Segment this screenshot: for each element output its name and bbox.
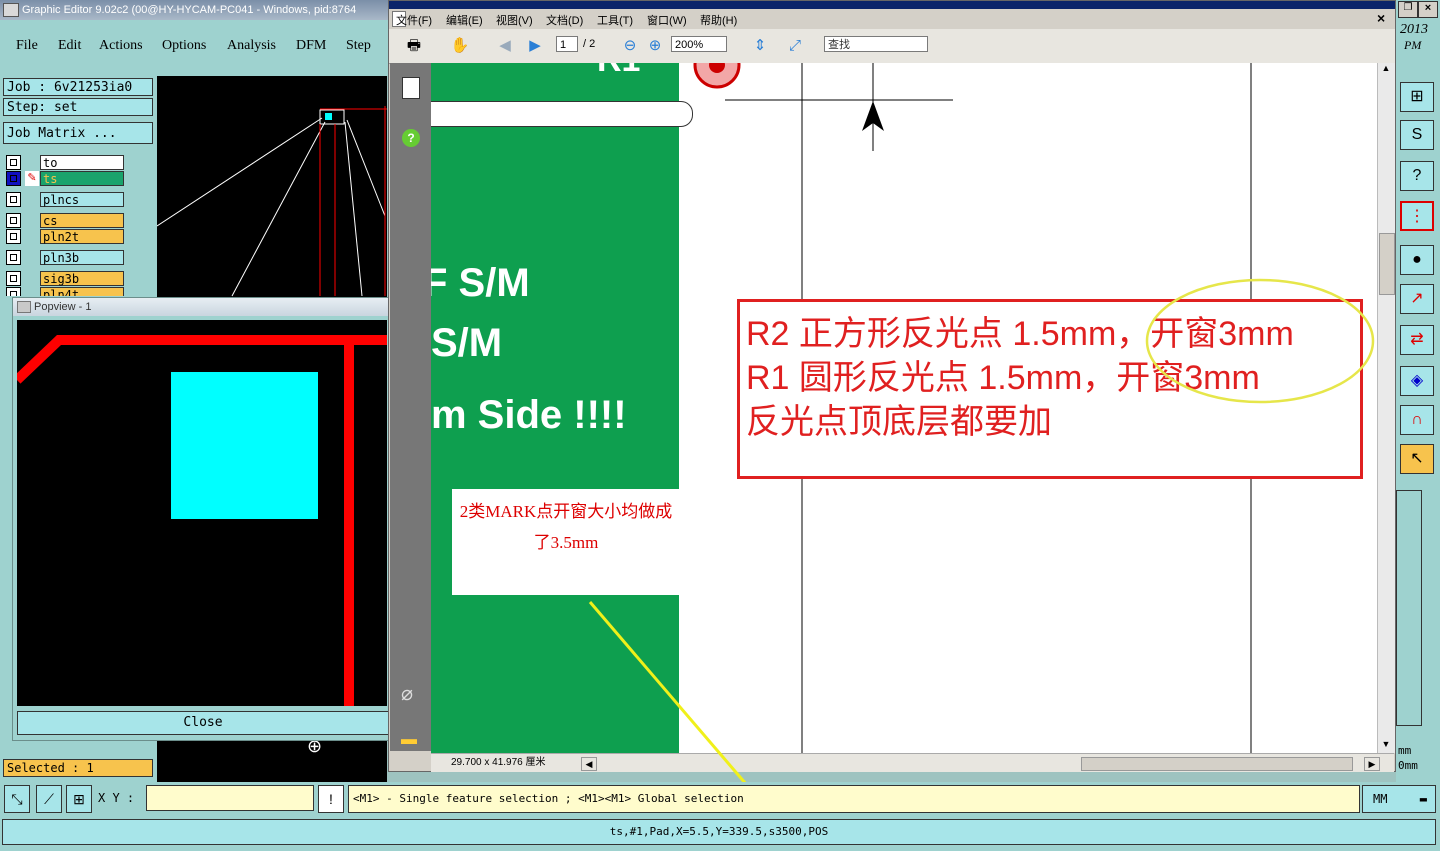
- pad-icon[interactable]: ●: [1400, 245, 1434, 275]
- alert-icon[interactable]: !: [318, 785, 344, 813]
- xy-label: X Y :: [98, 791, 135, 805]
- clock-year: 2013: [1400, 22, 1428, 37]
- right-toolbar: ❐ × 2013 PM ⊞ S ? ⋮ ● ↗ ⇄ ◈ ∩ ↖ mm 0mm: [1396, 0, 1440, 782]
- measure-icon[interactable]: ↗: [1400, 284, 1434, 314]
- clock-period: PM: [1404, 38, 1422, 52]
- grid-icon[interactable]: ⊞: [66, 785, 92, 813]
- unit-label: 0mm: [1398, 759, 1418, 772]
- select-cursor-icon[interactable]: ↖: [1400, 444, 1434, 474]
- layout-icon[interactable]: ⊞: [1400, 82, 1434, 112]
- unit-label: mm: [1398, 744, 1412, 757]
- coordinate-input[interactable]: [146, 785, 314, 811]
- restore-icon[interactable]: ❐: [1398, 1, 1418, 18]
- status-bar: ts,#1,Pad,X=5.5,Y=339.5,s3500,POS: [0, 816, 1440, 851]
- arc-icon[interactable]: ∩: [1400, 405, 1434, 435]
- measure-tool-icon[interactable]: ⟋: [36, 785, 62, 813]
- units-value: MM: [1373, 792, 1388, 806]
- feature-info: ts,#1,Pad,X=5.5,Y=339.5,s3500,POS: [2, 819, 1436, 845]
- shapes-icon[interactable]: ◈: [1400, 366, 1434, 396]
- query-icon[interactable]: ?: [1400, 161, 1434, 191]
- flip-icon[interactable]: ⇄: [1400, 325, 1434, 355]
- window-close-icon[interactable]: ×: [1418, 1, 1438, 18]
- prompt-line: <M1> - Single feature selection ; <M1><M…: [348, 785, 1360, 813]
- dropdown-icon: ▬: [1419, 792, 1427, 806]
- zoom-area-icon[interactable]: ⤡: [4, 785, 30, 813]
- snap-icon[interactable]: S: [1400, 120, 1434, 150]
- yellow-arrow: [588, 601, 775, 818]
- layer-indicator: [1396, 490, 1422, 726]
- netlist-icon[interactable]: ⋮: [1400, 201, 1434, 231]
- units-select[interactable]: MM ▬: [1362, 785, 1436, 813]
- command-bar: ⤡ ⟋ ⊞ X Y : ! <M1> - Single feature sele…: [0, 782, 1440, 816]
